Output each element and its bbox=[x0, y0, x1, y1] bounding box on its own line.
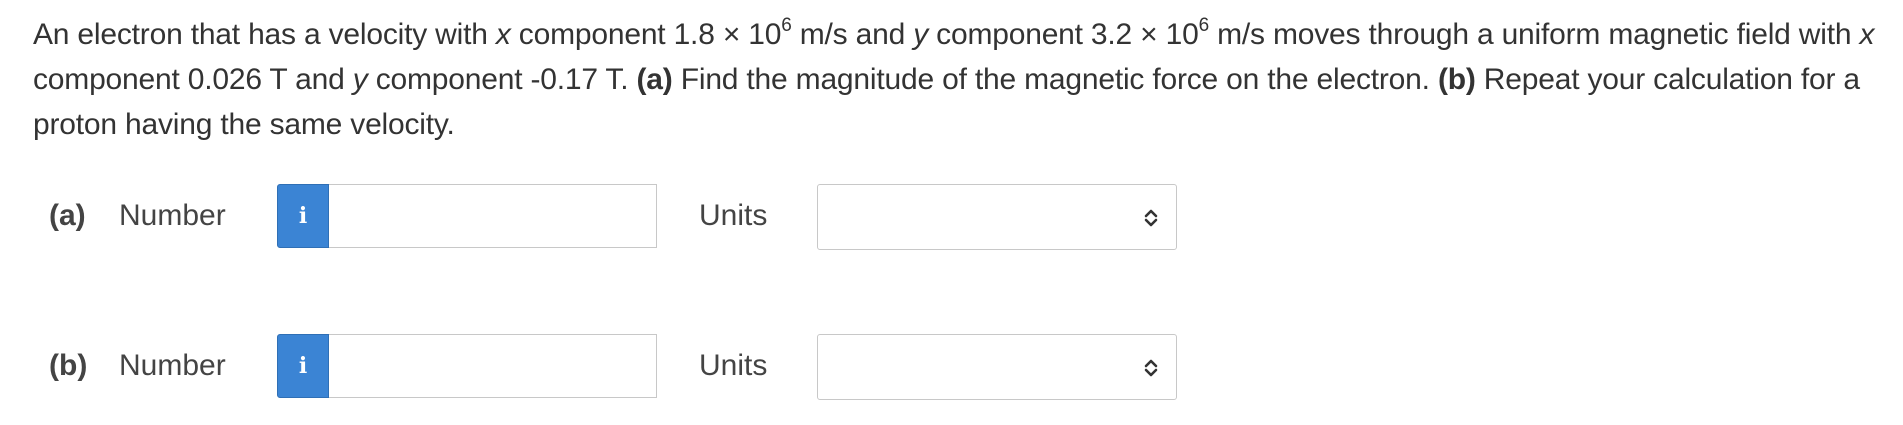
answer-row-a: (a) Number i Units bbox=[0, 184, 1903, 250]
number-input[interactable] bbox=[329, 184, 657, 248]
variable-y: y bbox=[352, 63, 368, 96]
number-label: Number bbox=[119, 349, 226, 382]
problem-text: m/s moves through a uniform magnetic fie… bbox=[1208, 18, 1860, 51]
info-button[interactable]: i bbox=[277, 184, 329, 248]
problem-text: component 3.2 × 10 bbox=[928, 18, 1199, 51]
part-label: (a) bbox=[49, 199, 86, 232]
exponent: 6 bbox=[781, 15, 792, 36]
problem-text: component 1.8 × 10 bbox=[510, 18, 782, 51]
problem-text: Find the magnitude of the magnetic force… bbox=[672, 63, 1438, 96]
problem-text: component 0.026 T and bbox=[33, 63, 353, 96]
number-input[interactable] bbox=[329, 334, 657, 398]
variable-y: y bbox=[913, 18, 929, 51]
units-select[interactable] bbox=[817, 334, 1177, 400]
units-select[interactable] bbox=[817, 184, 1177, 250]
chevron-up-down-icon bbox=[1144, 359, 1158, 377]
info-icon: i bbox=[298, 203, 308, 229]
info-icon: i bbox=[298, 353, 308, 379]
units-label: Units bbox=[699, 199, 768, 232]
problem-text: An electron that has a velocity with bbox=[33, 18, 496, 51]
number-label: Number bbox=[119, 199, 226, 232]
problem-statement: An electron that has a velocity with x c… bbox=[33, 12, 1893, 147]
part-b-tag: (b) bbox=[1437, 63, 1476, 96]
chevron-up-down-icon bbox=[1144, 209, 1158, 227]
variable-x: x bbox=[1859, 18, 1875, 51]
variable-x: x bbox=[495, 18, 511, 51]
part-label: (b) bbox=[49, 349, 88, 382]
exponent: 6 bbox=[1198, 15, 1210, 36]
answer-row-b: (b) Number i Units bbox=[0, 334, 1903, 400]
problem-text: component -0.17 T. bbox=[367, 63, 637, 96]
info-button[interactable]: i bbox=[277, 334, 329, 398]
units-label: Units bbox=[699, 349, 768, 382]
problem-text: m/s and bbox=[791, 18, 914, 51]
part-a-tag: (a) bbox=[636, 63, 673, 96]
